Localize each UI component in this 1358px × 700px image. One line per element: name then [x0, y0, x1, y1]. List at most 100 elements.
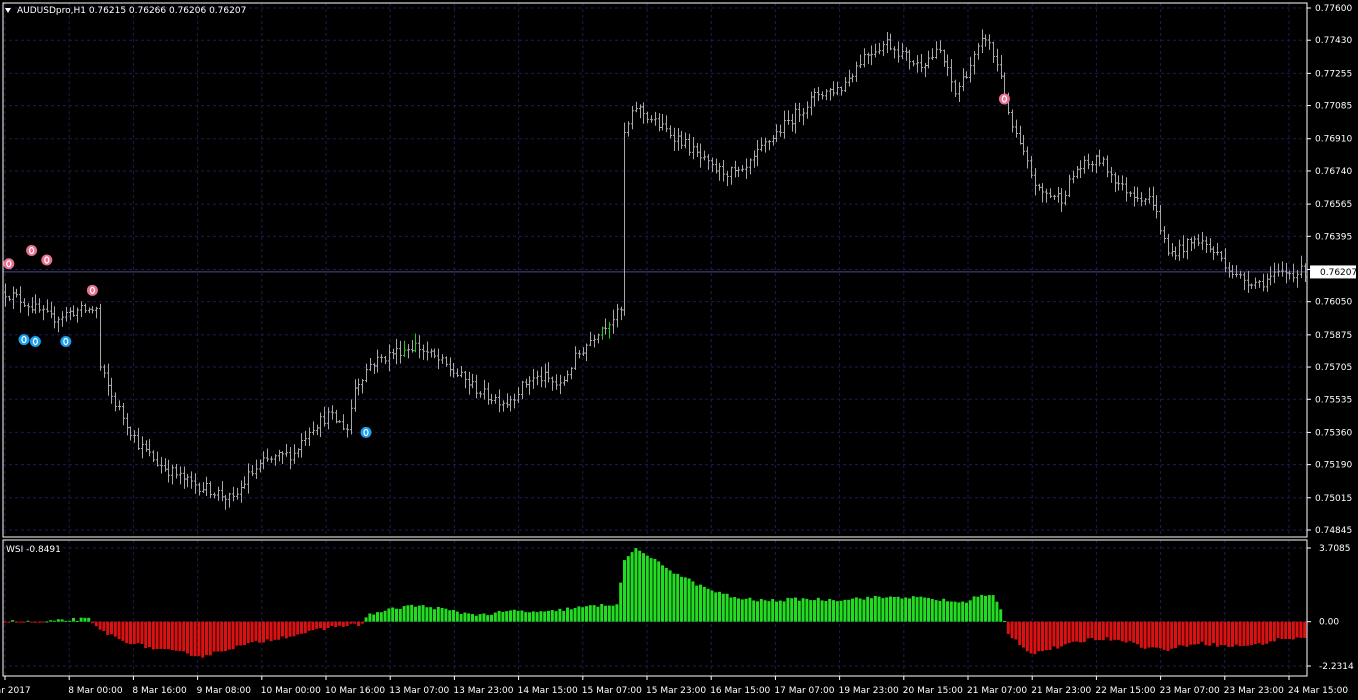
- ohlc-bar[interactable]: [38, 298, 41, 313]
- wsi-bar[interactable]: [197, 621, 201, 656]
- ohlc-bar[interactable]: [650, 115, 653, 123]
- ohlc-bar[interactable]: [1250, 283, 1253, 289]
- ohlc-bar[interactable]: [817, 86, 820, 102]
- ohlc-bar[interactable]: [927, 50, 930, 69]
- wsi-bar[interactable]: [417, 605, 421, 622]
- ohlc-bar[interactable]: [145, 440, 148, 452]
- wsi-bar[interactable]: [1272, 621, 1276, 642]
- wsi-bar[interactable]: [72, 617, 75, 622]
- ohlc-bar[interactable]: [240, 480, 243, 503]
- wsi-bar[interactable]: [364, 617, 368, 622]
- wsi-bar[interactable]: [303, 621, 307, 634]
- wsi-bar[interactable]: [45, 621, 49, 623]
- wsi-bar[interactable]: [436, 606, 440, 622]
- wsi-bar[interactable]: [832, 600, 835, 622]
- ohlc-bar[interactable]: [160, 456, 163, 474]
- wsi-bar[interactable]: [1022, 621, 1025, 648]
- wsi-bar[interactable]: [611, 605, 615, 622]
- wsi-bar[interactable]: [562, 610, 566, 622]
- wsi-bar[interactable]: [588, 605, 592, 622]
- ohlc-bar[interactable]: [1000, 55, 1003, 80]
- wsi-bar[interactable]: [509, 610, 512, 622]
- wsi-bar[interactable]: [881, 598, 885, 622]
- ohlc-bar[interactable]: [1110, 167, 1113, 183]
- wsi-bar[interactable]: [839, 600, 843, 622]
- ohlc-bar[interactable]: [825, 89, 828, 101]
- wsi-bar[interactable]: [497, 610, 501, 622]
- ohlc-bar[interactable]: [536, 370, 539, 386]
- ohlc-bar[interactable]: [1216, 242, 1219, 256]
- ohlc-bar[interactable]: [669, 125, 672, 139]
- ohlc-bar[interactable]: [129, 426, 132, 441]
- ohlc-bar[interactable]: [513, 393, 516, 409]
- wsi-bar[interactable]: [243, 621, 246, 646]
- ohlc-bar[interactable]: [1186, 238, 1189, 260]
- wsi-bar[interactable]: [284, 621, 288, 639]
- wsi-bar[interactable]: [984, 595, 987, 622]
- wsi-bar[interactable]: [953, 601, 957, 622]
- ohlc-bar[interactable]: [992, 41, 995, 63]
- wsi-bar[interactable]: [1151, 621, 1155, 648]
- ohlc-bar[interactable]: [973, 50, 976, 75]
- wsi-bar[interactable]: [1006, 621, 1010, 634]
- wsi-bar[interactable]: [748, 597, 752, 622]
- ohlc-bar[interactable]: [578, 350, 581, 359]
- wsi-bar[interactable]: [1238, 621, 1242, 647]
- wsi-bar[interactable]: [406, 605, 410, 622]
- ohlc-bar[interactable]: [977, 43, 980, 60]
- ohlc-bar[interactable]: [498, 389, 501, 413]
- wsi-bar[interactable]: [642, 553, 645, 622]
- ohlc-bar[interactable]: [962, 68, 965, 92]
- ohlc-bar[interactable]: [99, 303, 102, 371]
- wsi-bar[interactable]: [1295, 621, 1299, 638]
- wsi-bar[interactable]: [349, 621, 353, 624]
- wsi-bar[interactable]: [581, 607, 585, 622]
- wsi-bar[interactable]: [535, 612, 539, 622]
- ohlc-bar[interactable]: [126, 413, 129, 436]
- ohlc-bar[interactable]: [1057, 186, 1060, 203]
- wsi-bar[interactable]: [653, 558, 657, 622]
- ohlc-bar[interactable]: [772, 135, 775, 146]
- wsi-bar[interactable]: [220, 621, 224, 652]
- ohlc-bar[interactable]: [179, 466, 182, 485]
- ohlc-bar[interactable]: [680, 130, 683, 149]
- wsi-bar[interactable]: [1155, 621, 1158, 648]
- wsi-bar[interactable]: [687, 578, 691, 622]
- wsi-bar[interactable]: [767, 601, 771, 622]
- ohlc-bar[interactable]: [684, 132, 687, 149]
- wsi-bar[interactable]: [1124, 621, 1128, 643]
- wsi-bar[interactable]: [490, 614, 493, 622]
- wsi-bar[interactable]: [649, 558, 653, 622]
- wsi-bar[interactable]: [824, 601, 828, 622]
- wsi-bar[interactable]: [1086, 621, 1090, 639]
- ohlc-bar[interactable]: [1205, 236, 1208, 254]
- wsi-bar[interactable]: [64, 620, 68, 622]
- ohlc-bar[interactable]: [943, 49, 946, 67]
- wsi-bar[interactable]: [1193, 621, 1196, 645]
- wsi-bar[interactable]: [847, 599, 851, 622]
- wsi-bar[interactable]: [794, 597, 797, 622]
- wsi-bar[interactable]: [341, 621, 345, 627]
- wsi-bar[interactable]: [1098, 621, 1101, 640]
- wsi-bar[interactable]: [1166, 621, 1170, 651]
- wsi-bar[interactable]: [387, 608, 391, 622]
- ohlc-bar[interactable]: [859, 54, 862, 69]
- wsi-bar[interactable]: [577, 606, 581, 622]
- ohlc-bar[interactable]: [175, 464, 178, 479]
- wsi-bar[interactable]: [626, 556, 630, 622]
- ohlc-bar[interactable]: [798, 102, 801, 123]
- ohlc-bar[interactable]: [1060, 188, 1063, 213]
- wsi-bar[interactable]: [919, 596, 923, 622]
- ohlc-bar[interactable]: [1285, 263, 1288, 284]
- ohlc-bar[interactable]: [783, 110, 786, 139]
- ohlc-bar[interactable]: [1292, 263, 1295, 283]
- wsi-bar[interactable]: [512, 609, 516, 622]
- ohlc-bar[interactable]: [445, 356, 448, 367]
- wsi-bar[interactable]: [733, 597, 737, 622]
- ohlc-bar[interactable]: [745, 158, 748, 179]
- ohlc-bar[interactable]: [1182, 235, 1185, 259]
- wsi-bar[interactable]: [163, 621, 167, 650]
- wsi-bar[interactable]: [478, 614, 482, 622]
- wsi-bar[interactable]: [664, 567, 668, 622]
- ohlc-bar[interactable]: [844, 76, 847, 92]
